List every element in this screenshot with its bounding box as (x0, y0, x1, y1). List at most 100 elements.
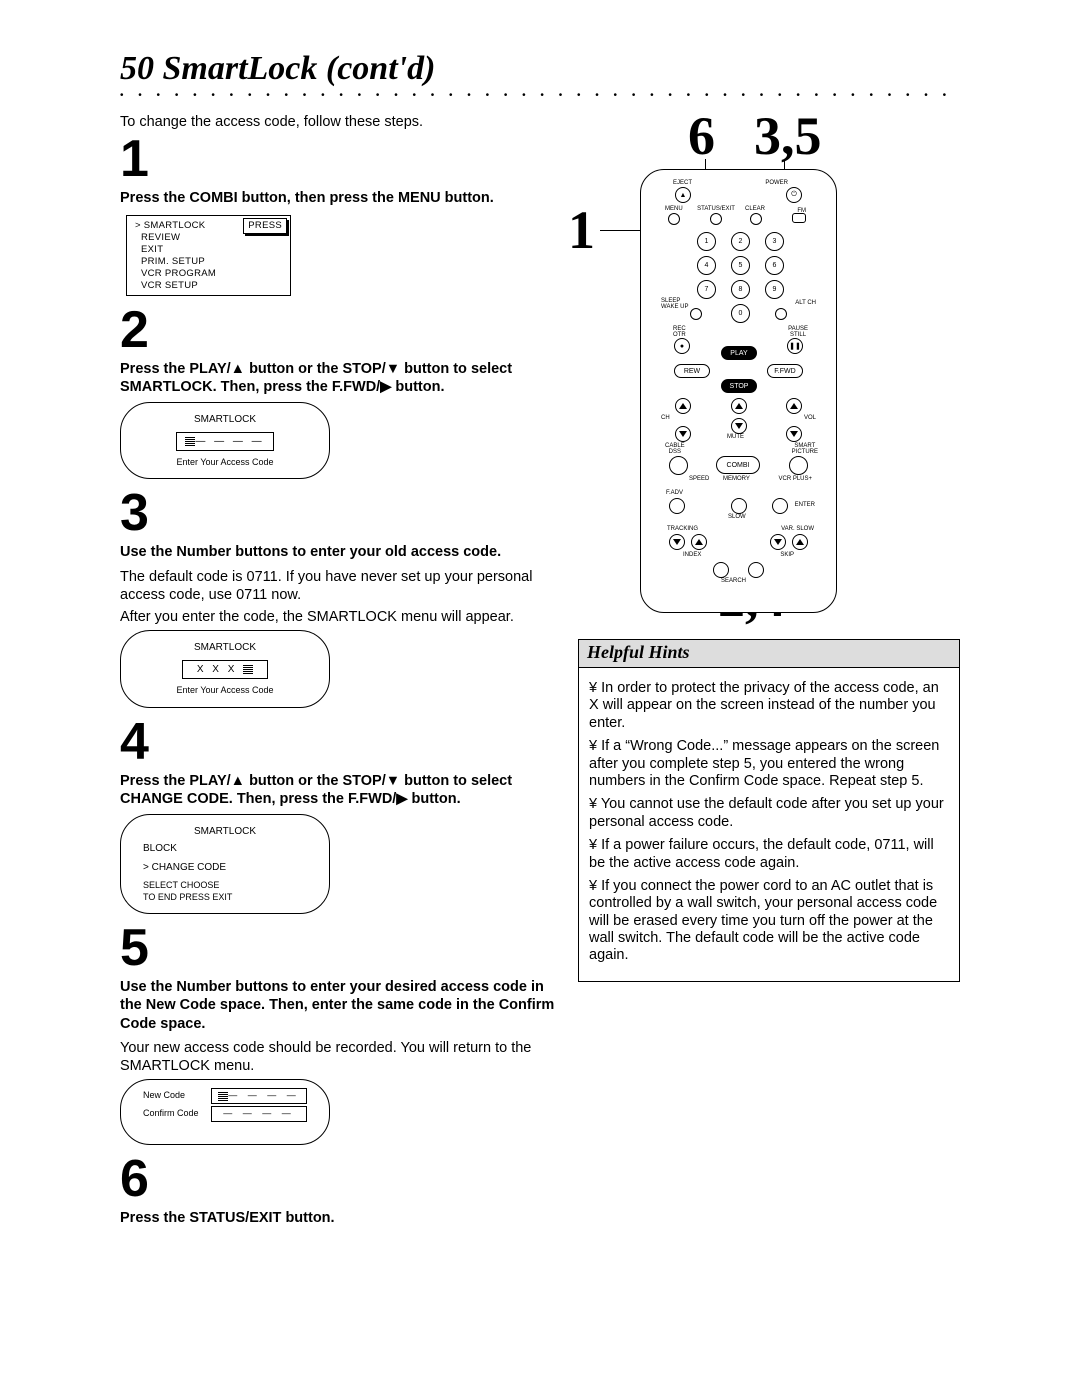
screen-title: SMARTLOCK (135, 825, 315, 838)
slow-button[interactable] (731, 498, 747, 514)
intro-text: To change the access code, follow these … (120, 113, 560, 131)
index-label: INDEX (683, 552, 701, 558)
number-8-button[interactable]: 8 (731, 280, 750, 299)
speed-label: SPEED (689, 476, 709, 482)
fm-button[interactable] (792, 213, 806, 223)
search-label: SEARCH (721, 578, 746, 584)
search-right-button[interactable] (748, 562, 764, 578)
varslow-up-button[interactable] (792, 534, 808, 550)
number-9-button[interactable]: 9 (765, 280, 784, 299)
enter-label: ENTER (795, 502, 815, 508)
right-column: 6 3,5 1 2,4 EJECT ▲ POWER ⏻ MENU STATUS/… (578, 109, 960, 1209)
new-code-label: New Code (143, 1090, 205, 1102)
tracking-down-button[interactable] (669, 534, 685, 550)
number-5-button[interactable]: 5 (731, 256, 750, 275)
mute-label: MUTE (727, 434, 744, 440)
altch-button[interactable] (775, 308, 787, 320)
search-left-button[interactable] (713, 562, 729, 578)
sleep-label: SLEEPWAKE UP (661, 298, 688, 310)
screen-line: > CHANGE CODE (135, 861, 315, 874)
cursor-icon (185, 436, 195, 446)
step-3-body-2: After you enter the code, the SMARTLOCK … (120, 608, 560, 626)
rec-button[interactable]: ● (674, 338, 690, 354)
menu-item: VCR SETUP (131, 280, 286, 292)
eject-button[interactable]: ▲ (675, 187, 691, 203)
vol-label: VOL (804, 415, 816, 421)
number-3-button[interactable]: 3 (765, 232, 784, 251)
cable-label: CABLEDSS (665, 443, 685, 455)
number-2-button[interactable]: 2 (731, 232, 750, 251)
number-0-button[interactable]: 0 (731, 304, 750, 323)
tracking-up-button[interactable] (691, 534, 707, 550)
tracking-label: TRACKING (667, 526, 698, 532)
menu-item: PRIM. SETUP (131, 256, 286, 268)
number-7-button[interactable]: 7 (697, 280, 716, 299)
step-3-instruction: Use the Number buttons to enter your old… (120, 543, 560, 561)
access-code-box: — — — — (176, 432, 273, 451)
screen-line: BLOCK (135, 842, 315, 855)
number-6-button[interactable]: 6 (765, 256, 784, 275)
smart-button[interactable] (789, 456, 808, 475)
callout-1: 1 (568, 203, 595, 257)
clear-button[interactable] (750, 213, 762, 225)
access-code-box: X X X (182, 660, 268, 679)
eject-label: EJECT (673, 180, 692, 186)
combi-button[interactable]: COMBI (716, 456, 760, 474)
ffwd-button[interactable]: F.FWD (767, 364, 803, 378)
step-5-instruction: Use the Number buttons to enter your des… (120, 978, 560, 1032)
page-title: 50 SmartLock (cont'd) (120, 50, 960, 88)
step-3-body-1: The default code is 0711. If you have ne… (120, 568, 560, 604)
vcrplus-label: VCR PLUS+ (778, 476, 812, 482)
mute-button[interactable] (731, 418, 747, 434)
helpful-hints-title: Helpful Hints (579, 640, 959, 668)
screen-prompt: Enter Your Access Code (135, 685, 315, 697)
ch-down-button[interactable] (675, 426, 691, 442)
screen-prompt: Enter Your Access Code (135, 457, 315, 469)
hint-item: ¥ In order to protect the privacy of the… (589, 680, 949, 732)
status-exit-label: STATUS/EXIT (696, 206, 736, 212)
menu-item: EXIT (131, 244, 286, 256)
cable-button[interactable] (669, 456, 688, 475)
helpful-hints-body: ¥ In order to protect the privacy of the… (579, 668, 959, 981)
ch-label: CH (661, 415, 670, 421)
play-button[interactable]: PLAY (721, 346, 757, 360)
step-2-screen: SMARTLOCK — — — — Enter Your Access Code (120, 402, 330, 480)
menu-label: MENU (665, 206, 683, 212)
mute-up-button[interactable] (731, 398, 747, 414)
callout-6: 6 (688, 109, 715, 163)
rew-button[interactable]: REW (674, 364, 710, 378)
confirm-code-box: — — — — (211, 1106, 307, 1122)
number-4-button[interactable]: 4 (697, 256, 716, 275)
power-button[interactable]: ⏻ (786, 187, 802, 203)
screen-line: TO END PRESS EXIT (135, 892, 315, 904)
slow-label: SLOW (728, 514, 746, 520)
page-heading: SmartLock (cont'd) (163, 50, 436, 87)
step-3-screen: SMARTLOCK X X X Enter Your Access Code (120, 630, 330, 708)
menu-button[interactable] (668, 213, 680, 225)
status-exit-button[interactable] (710, 213, 722, 225)
number-1-button[interactable]: 1 (697, 232, 716, 251)
cursor-icon (218, 1091, 228, 1101)
pause-button[interactable]: ❚❚ (787, 338, 803, 354)
skip-label: SKIP (780, 552, 794, 558)
altch-label: ALT CH (795, 300, 816, 306)
enter-button[interactable] (772, 498, 788, 514)
stop-button[interactable]: STOP (721, 379, 757, 393)
callout-3-5: 3,5 (754, 109, 822, 163)
confirm-code-label: Confirm Code (143, 1108, 205, 1120)
step-5-body: Your new access code should be recorded.… (120, 1039, 560, 1075)
vol-up-button[interactable] (786, 398, 802, 414)
power-label: POWER (765, 180, 788, 186)
smart-label: SMARTPICTURE (792, 443, 818, 455)
helpful-hints-box: Helpful Hints ¥ In order to protect the … (578, 639, 960, 982)
ch-up-button[interactable] (675, 398, 691, 414)
vol-down-button[interactable] (786, 426, 802, 442)
rec-label: RECOTR (673, 326, 686, 338)
step-1-instruction: Press the COMBI button, then press the M… (120, 189, 560, 207)
sleep-button[interactable] (690, 308, 702, 320)
fadv-button[interactable] (669, 498, 685, 514)
fadv-label: F.ADV (666, 490, 683, 496)
step-2-instruction: Press the PLAY/▲ button or the STOP/▼ bu… (120, 360, 560, 396)
varslow-down-button[interactable] (770, 534, 786, 550)
step-4-instruction: Press the PLAY/▲ button or the STOP/▼ bu… (120, 772, 560, 808)
